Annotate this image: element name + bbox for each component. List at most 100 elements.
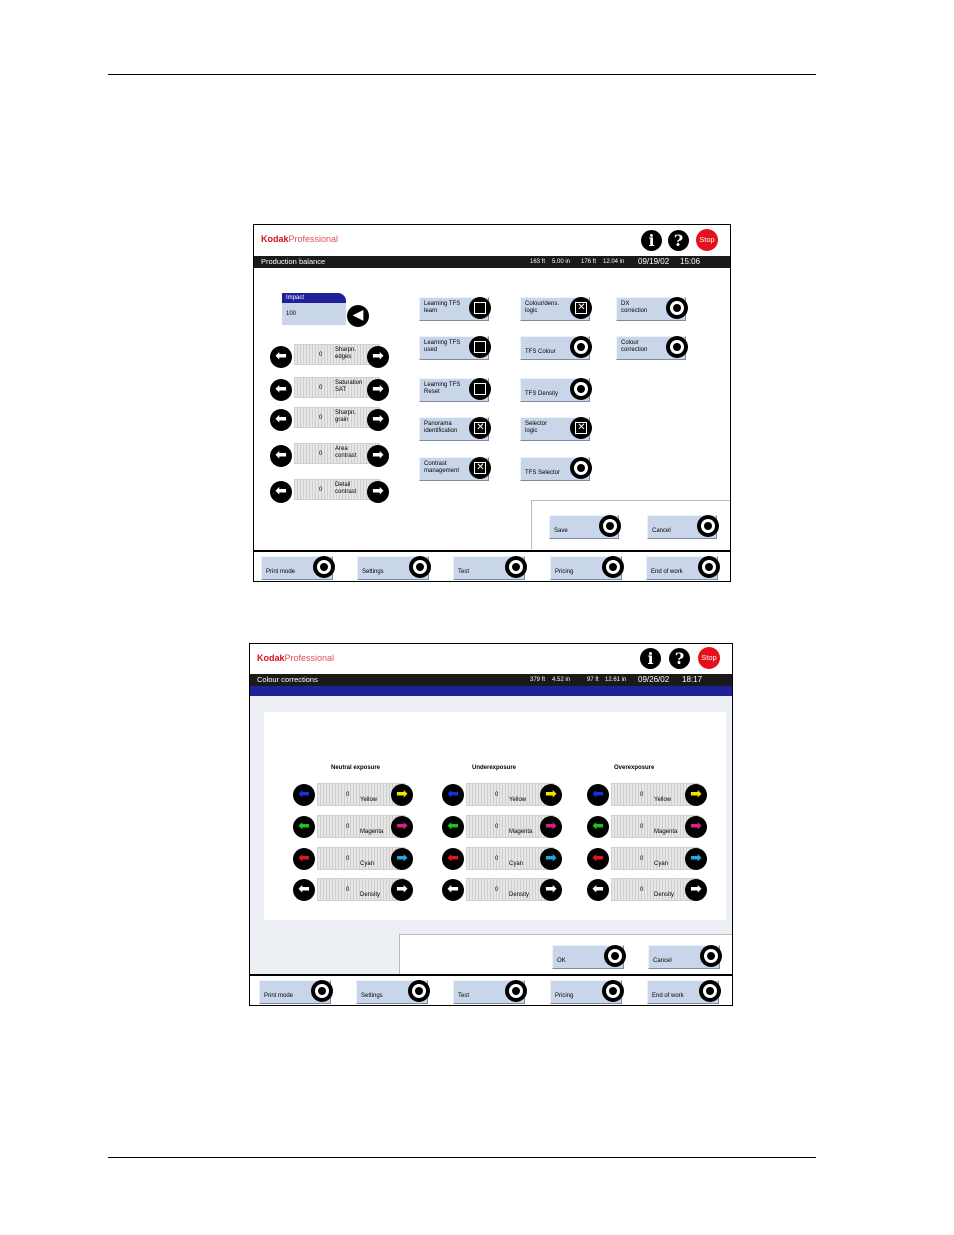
- ok-label: OK: [557, 958, 566, 964]
- cyan-right-arrow-icon[interactable]: ➡: [391, 848, 413, 870]
- cyan-left-arrow-icon[interactable]: ⬅: [442, 848, 464, 870]
- magenta-right-arrow-icon[interactable]: ➡: [391, 816, 413, 838]
- right-arrow-icon[interactable]: ➡: [367, 445, 389, 467]
- left-arrow-icon[interactable]: ⬅: [270, 346, 292, 368]
- radio-icon[interactable]: [697, 515, 719, 537]
- test-button[interactable]: Test: [453, 556, 527, 580]
- radio-icon[interactable]: [666, 297, 688, 319]
- cancel-button[interactable]: Cancel: [648, 945, 722, 969]
- radio-icon[interactable]: [505, 980, 527, 1002]
- help-icon[interactable]: ?: [669, 648, 690, 669]
- save-button[interactable]: Save: [549, 515, 621, 539]
- right-arrow-icon[interactable]: ➡: [367, 379, 389, 401]
- cyan-left-arrow-icon[interactable]: ⬅: [293, 848, 315, 870]
- magenta-left-arrow-icon[interactable]: ⬅: [293, 816, 315, 838]
- button-label: Settings: [362, 569, 384, 575]
- learning-tfs-learn-button[interactable]: Learning TFS learn: [419, 297, 491, 321]
- left-arrow-icon[interactable]: ⬅: [270, 445, 292, 467]
- info-icon[interactable]: i: [641, 230, 662, 251]
- yellow-left-arrow-icon[interactable]: ⬅: [587, 784, 609, 806]
- left-arrow-icon[interactable]: ⬅: [270, 379, 292, 401]
- radio-icon[interactable]: [409, 556, 431, 578]
- dx-correction-button[interactable]: DX correction: [616, 297, 688, 321]
- panorama-identification-button[interactable]: Panorama identification ✕: [419, 417, 491, 441]
- density-left-arrow-icon[interactable]: ⬅: [587, 879, 609, 901]
- radio-icon[interactable]: [599, 515, 621, 537]
- radio-icon[interactable]: [311, 980, 333, 1002]
- print-mode-button[interactable]: Print mode: [259, 980, 333, 1004]
- radio-icon[interactable]: [699, 980, 721, 1002]
- tfs-colour-button[interactable]: TFS Colour: [520, 336, 592, 360]
- tfs-density-button[interactable]: TFS Density: [520, 378, 592, 402]
- checked-checkbox-icon[interactable]: ✕: [570, 297, 592, 319]
- right-arrow-icon[interactable]: ➡: [367, 346, 389, 368]
- radio-icon[interactable]: [666, 336, 688, 358]
- checkbox-icon[interactable]: [469, 336, 491, 358]
- radio-icon[interactable]: [408, 980, 430, 1002]
- radio-icon[interactable]: [570, 457, 592, 479]
- radio-icon[interactable]: [570, 378, 592, 400]
- selector-logic-button[interactable]: Selector logic ✕: [520, 417, 592, 441]
- cyan-right-arrow-icon[interactable]: ➡: [685, 848, 707, 870]
- radio-icon[interactable]: [602, 980, 624, 1002]
- density-right-arrow-icon[interactable]: ➡: [391, 879, 413, 901]
- radio-icon[interactable]: [505, 556, 527, 578]
- density-right-arrow-icon[interactable]: ➡: [685, 879, 707, 901]
- cyan-left-arrow-icon[interactable]: ⬅: [587, 848, 609, 870]
- tfs-selector-button[interactable]: TFS Selector: [520, 457, 592, 481]
- checkbox-icon[interactable]: [469, 378, 491, 400]
- radio-icon[interactable]: [604, 945, 626, 967]
- left-arrow-icon[interactable]: ⬅: [270, 409, 292, 431]
- yellow-left-arrow-icon[interactable]: ⬅: [293, 784, 315, 806]
- test-button[interactable]: Test: [453, 980, 527, 1004]
- radio-icon[interactable]: [602, 556, 624, 578]
- cancel-button[interactable]: Cancel: [647, 515, 719, 539]
- settings-button[interactable]: Settings: [356, 980, 430, 1004]
- contrast-management-button[interactable]: Contrast management ✕: [419, 457, 491, 481]
- checked-checkbox-icon[interactable]: ✕: [469, 417, 491, 439]
- pricing-button[interactable]: Pricing: [550, 556, 624, 580]
- checked-checkbox-icon[interactable]: ✕: [570, 417, 592, 439]
- end-of-work-button[interactable]: End of work: [646, 556, 720, 580]
- radio-dot: [707, 952, 715, 960]
- radio-icon[interactable]: [313, 556, 335, 578]
- radio-dot: [577, 385, 585, 393]
- learning-tfs-reset-button[interactable]: Learning TFS Reset: [419, 378, 491, 402]
- density-left-arrow-icon[interactable]: ⬅: [442, 879, 464, 901]
- right-arrow-icon[interactable]: ➡: [367, 481, 389, 503]
- help-icon[interactable]: ?: [668, 230, 689, 251]
- right-arrow-icon[interactable]: ➡: [367, 409, 389, 431]
- pricing-button[interactable]: Pricing: [550, 980, 624, 1004]
- learning-tfs-used-button[interactable]: Learning TFS used: [419, 336, 491, 360]
- info-icon[interactable]: i: [640, 648, 661, 669]
- impact-left-arrow-icon[interactable]: ◀: [347, 305, 369, 327]
- yellow-right-arrow-icon[interactable]: ➡: [685, 784, 707, 806]
- radio-icon[interactable]: [700, 945, 722, 967]
- checkbox-icon[interactable]: [469, 297, 491, 319]
- stop-button[interactable]: Stop: [698, 647, 720, 669]
- status-left-in: 4.52 in: [552, 677, 571, 683]
- density-left-arrow-icon[interactable]: ⬅: [293, 879, 315, 901]
- print-mode-button[interactable]: Print mode: [261, 556, 335, 580]
- radio-icon[interactable]: [698, 556, 720, 578]
- yellow-left-arrow-icon[interactable]: ⬅: [442, 784, 464, 806]
- density-right-arrow-icon[interactable]: ➡: [540, 879, 562, 901]
- save-label: Save: [554, 528, 568, 534]
- checked-checkbox-icon[interactable]: ✕: [469, 457, 491, 479]
- cyan-right-arrow-icon[interactable]: ➡: [540, 848, 562, 870]
- magenta-right-arrow-icon[interactable]: ➡: [685, 816, 707, 838]
- yellow-right-arrow-icon[interactable]: ➡: [540, 784, 562, 806]
- settings-button[interactable]: Settings: [357, 556, 431, 580]
- colour-correction-button[interactable]: Colour correction: [616, 336, 688, 360]
- colour-dens-logic-button[interactable]: Colour/dens. logic ✕: [520, 297, 592, 321]
- left-arrow-icon[interactable]: ⬅: [270, 481, 292, 503]
- end-of-work-button[interactable]: End of work: [647, 980, 721, 1004]
- slider-value: 0: [640, 887, 644, 893]
- radio-icon[interactable]: [570, 336, 592, 358]
- magenta-right-arrow-icon[interactable]: ➡: [540, 816, 562, 838]
- magenta-left-arrow-icon[interactable]: ⬅: [587, 816, 609, 838]
- yellow-right-arrow-icon[interactable]: ➡: [391, 784, 413, 806]
- magenta-left-arrow-icon[interactable]: ⬅: [442, 816, 464, 838]
- stop-button[interactable]: Stop: [696, 229, 718, 251]
- ok-button[interactable]: OK: [552, 945, 626, 969]
